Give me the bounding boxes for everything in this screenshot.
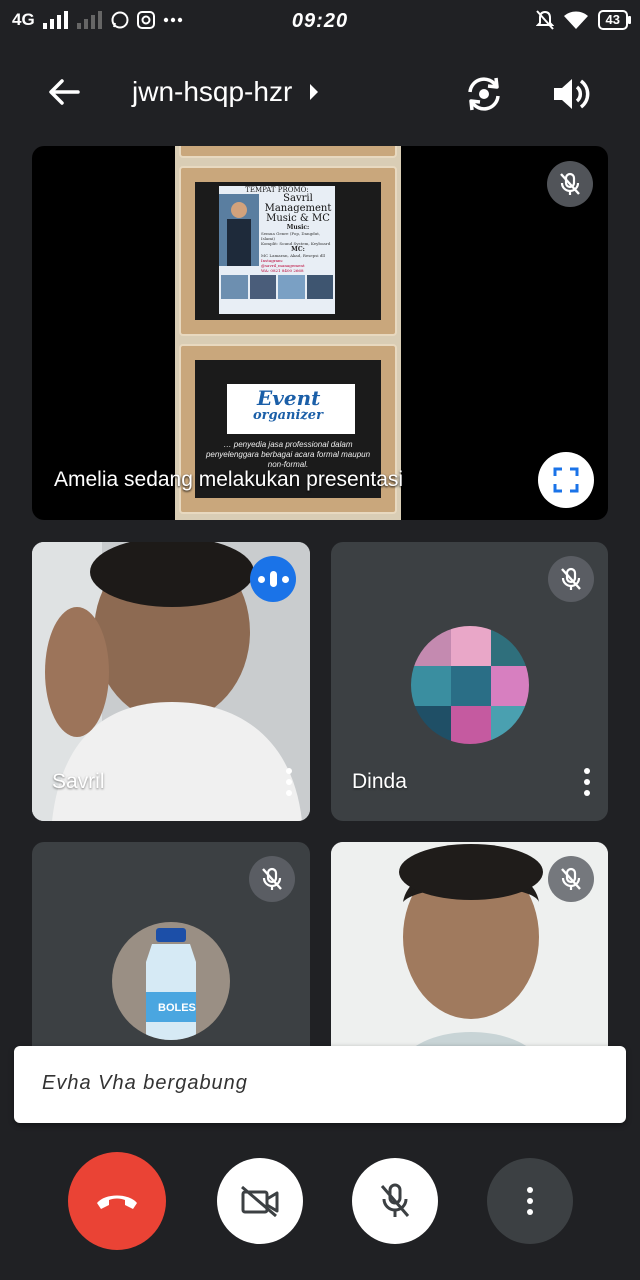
meeting-title[interactable]: jwn-hsqp-hzr — [132, 76, 320, 108]
avatar-bottle-label: BOLES — [158, 1002, 196, 1014]
camera-off-icon — [241, 1185, 279, 1217]
participant-tile-savril[interactable]: Savril — [32, 542, 310, 821]
wa-number: WA: 0821 8400 2668 — [261, 268, 304, 273]
wifi-icon — [563, 11, 588, 29]
mic-off-icon — [548, 556, 594, 602]
presentation-mic-off-icon — [547, 161, 593, 207]
slide-frame-top — [179, 146, 397, 158]
event-organizer-logo: Event organizer — [227, 384, 355, 434]
speaker-icon[interactable] — [548, 72, 592, 116]
promo-poster: TEMPAT PROMO: Savril Management Music & … — [219, 186, 335, 314]
status-right: 43 — [535, 10, 632, 30]
battery-icon: 43 — [597, 10, 632, 30]
promo-photo-strip — [219, 273, 335, 301]
join-notification: Evha Vha bergabung — [14, 1046, 626, 1123]
status-bar: 4G 09:20 43 — [0, 0, 640, 44]
avatar — [411, 626, 529, 744]
more-options-button[interactable] — [487, 1158, 573, 1244]
presentation-tile[interactable]: TEMPAT PROMO: Savril Management Music & … — [32, 146, 608, 520]
slide-frame-promo: TEMPAT PROMO: Savril Management Music & … — [179, 166, 397, 336]
notifications-off-icon — [535, 10, 554, 30]
back-arrow-icon[interactable] — [44, 72, 84, 112]
more-vert-icon — [520, 1181, 540, 1221]
meeting-code[interactable]: jwn-hsqp-hzr — [132, 76, 292, 108]
promo-head: TEMPAT PROMO: — [245, 186, 309, 194]
music-desc: Semua Genre (Pop, Dangdut, Islami) — [261, 231, 321, 241]
presenting-label: Amelia sedang melakukan presentasi — [54, 468, 404, 491]
end-call-icon — [97, 1195, 137, 1209]
event-organizer-desc: … penyedia jasa professional dalam penye… — [205, 440, 371, 469]
music-label: Music: — [286, 224, 310, 231]
more-vert-icon[interactable] — [279, 762, 299, 802]
performer-photo — [219, 194, 259, 266]
avatar-collage — [411, 626, 529, 744]
participant-tile-dinda[interactable]: Dinda — [331, 542, 608, 821]
participant-name: Dinda — [352, 770, 407, 793]
mic-off-icon — [249, 856, 295, 902]
participant-tile-4[interactable] — [331, 842, 608, 1062]
fullscreen-icon — [553, 467, 579, 493]
avatar: BOLES — [112, 922, 230, 1040]
participant-name: Savril — [52, 770, 105, 793]
avatar-bottle-image — [112, 922, 230, 1040]
call-controls — [0, 1150, 640, 1260]
caret-right-icon[interactable] — [308, 83, 320, 101]
promo-title: Savril Management Music & MC — [264, 193, 332, 224]
speaking-indicator-icon — [250, 556, 296, 602]
participant-tile-3[interactable]: BOLES — [32, 842, 310, 1062]
more-vert-icon[interactable] — [577, 762, 597, 802]
end-call-button[interactable] — [68, 1152, 166, 1250]
camera-toggle-button[interactable] — [217, 1158, 303, 1244]
switch-camera-icon[interactable] — [462, 72, 506, 116]
top-bar: jwn-hsqp-hzr — [0, 60, 640, 130]
mic-off-icon — [380, 1183, 410, 1217]
mic-toggle-button[interactable] — [352, 1158, 438, 1244]
join-notification-text: Evha Vha bergabung — [42, 1072, 248, 1094]
mc-label: MC: — [291, 246, 305, 253]
shared-screen: TEMPAT PROMO: Savril Management Music & … — [175, 146, 401, 520]
fullscreen-button[interactable] — [538, 452, 594, 508]
mic-off-icon — [548, 856, 594, 902]
